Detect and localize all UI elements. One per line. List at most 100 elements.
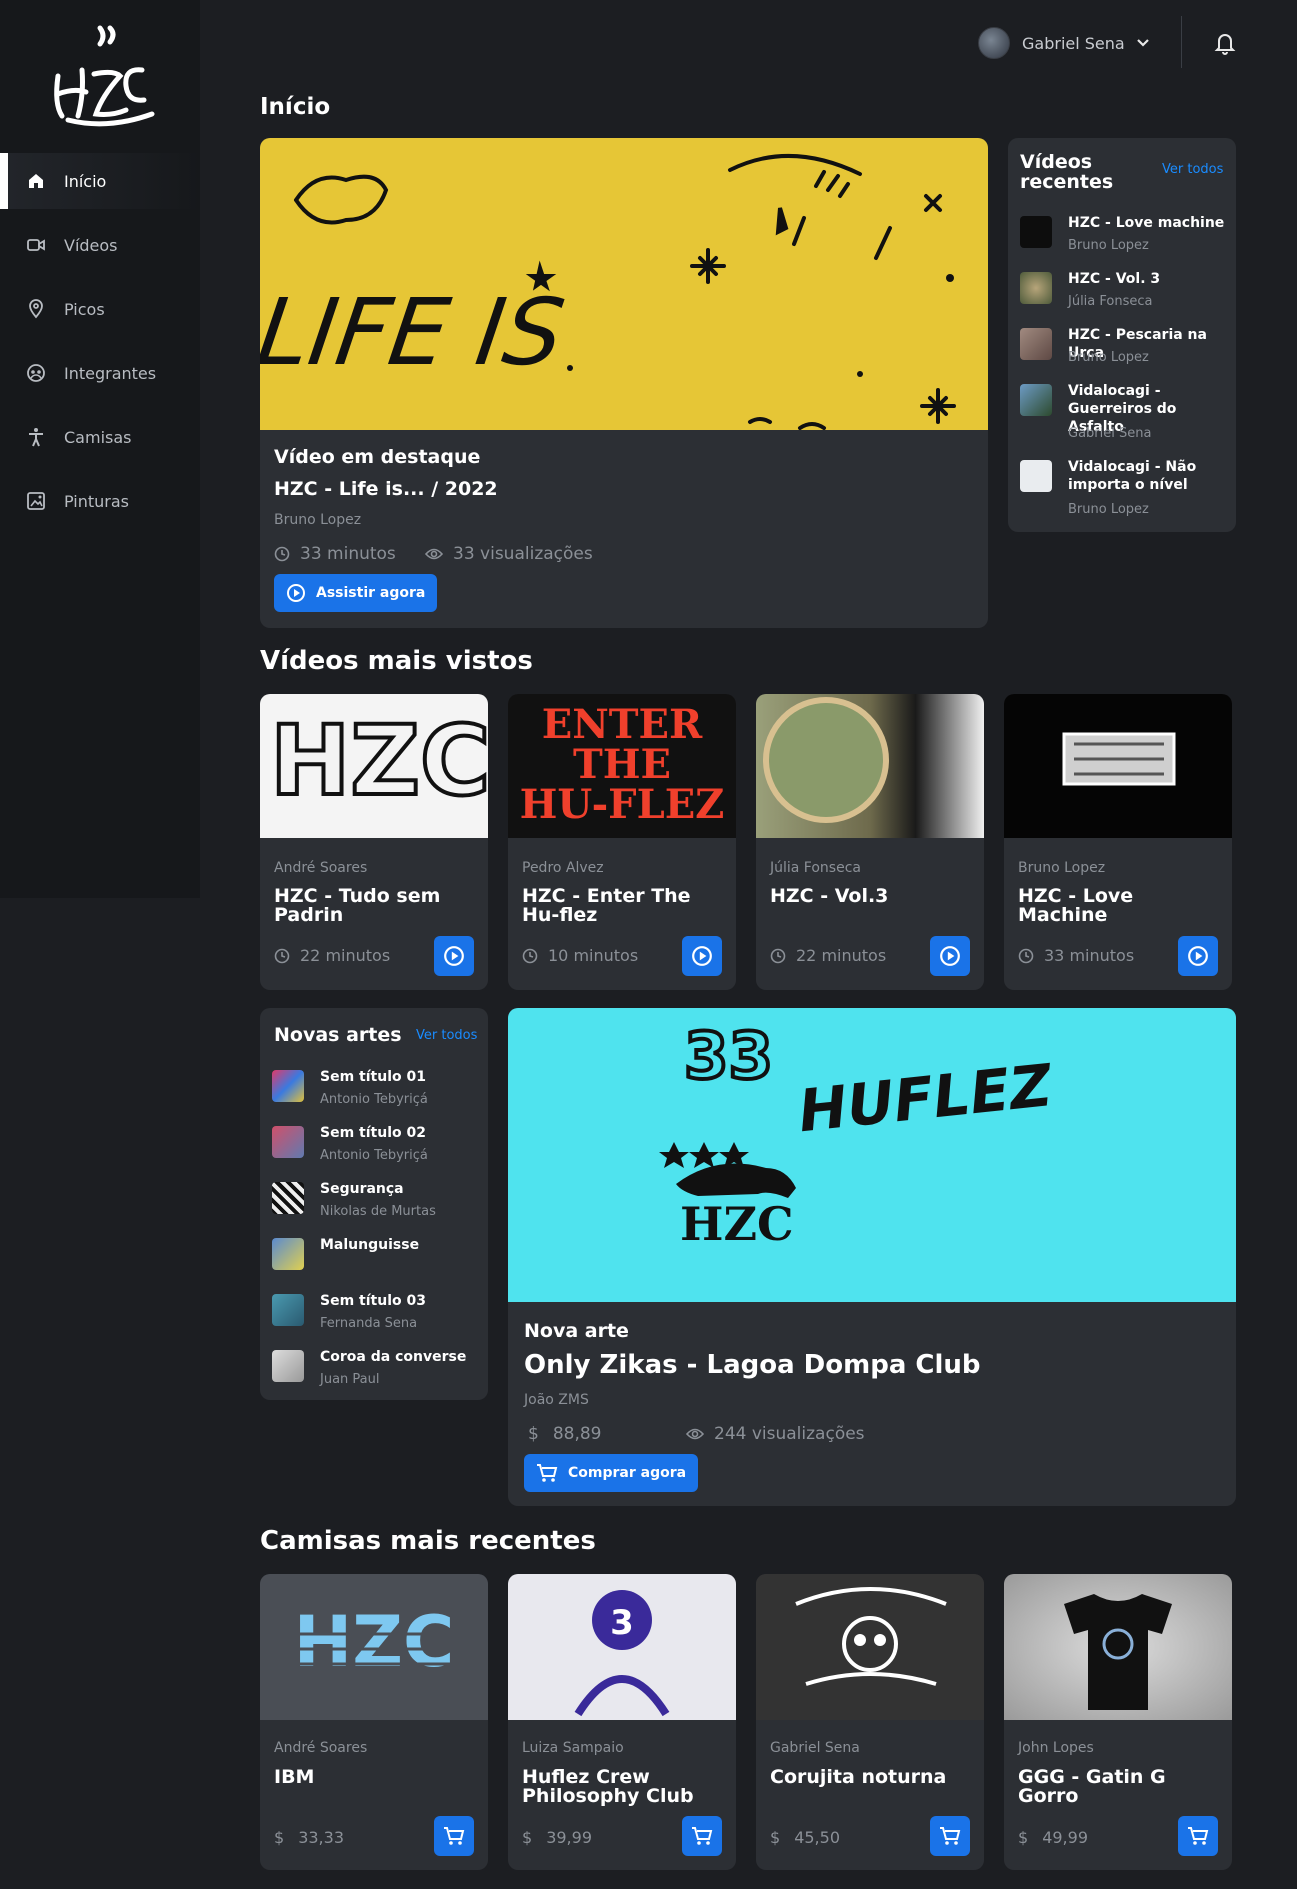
shirt-image[interactable]: HZC (260, 1574, 488, 1720)
bell-icon[interactable] (1213, 30, 1237, 56)
featured-art-text: LIFE IS (260, 278, 570, 385)
video-title: HZC - Vol. 3 (1068, 271, 1161, 287)
art-thumbnail (272, 1070, 304, 1102)
nav-item-pinturas[interactable]: Pinturas (0, 473, 200, 529)
shirt-title[interactable]: Huflez Crew Philosophy Club (522, 1768, 726, 1806)
video-title[interactable]: HZC - Tudo sem Padrin (274, 887, 478, 925)
cart-icon (692, 1827, 713, 1845)
nav-item-camisas[interactable]: Camisas (0, 409, 200, 465)
nav-item-videos[interactable]: Vídeos (0, 217, 200, 273)
video-duration: 10 minutos (522, 946, 638, 965)
video-card[interactable]: ENTER THE HU-FLEZ Pedro Alvez HZC - Ente… (508, 694, 736, 990)
list-item[interactable]: HZC - Pescaria na Urca Bruno Lopez (1020, 326, 1232, 378)
shirt-card[interactable]: John Lopes GGG - Gatin G Gorro $49,99 (1004, 1574, 1232, 1870)
video-thumbnail (1020, 216, 1052, 248)
art-title: Sem título 02 (320, 1125, 426, 1141)
nav-item-inicio[interactable]: Início (0, 153, 200, 209)
video-author: Júlia Fonseca (1068, 294, 1153, 309)
nav-label: Integrantes (64, 363, 157, 383)
video-author: Júlia Fonseca (770, 860, 861, 876)
list-item[interactable]: Malunguisse (272, 1236, 484, 1288)
avatar (978, 27, 1010, 59)
shirt-image[interactable]: 3 (508, 1574, 736, 1720)
list-item[interactable]: Vidalocagi - Guerreiros do Asfalto Gabri… (1020, 382, 1232, 456)
list-item[interactable]: Sem título 03 Fernanda Sena (272, 1292, 484, 1344)
list-item[interactable]: Vidalocagi - Não importa o nível Bruno L… (1020, 458, 1232, 532)
play-button[interactable] (1178, 936, 1218, 976)
video-card[interactable]: HZC André Soares HZC - Tudo sem Padrin 2… (260, 694, 488, 990)
play-circle-icon (1188, 946, 1208, 966)
shirt-card[interactable]: 3 Luiza Sampaio Huflez Crew Philosophy C… (508, 1574, 736, 1870)
list-item[interactable]: Sem título 02 Antonio Tebyriçá (272, 1124, 484, 1176)
video-thumbnail[interactable]: ENTER THE HU-FLEZ (508, 694, 736, 838)
product-title[interactable]: Only Zikas - Lagoa Dompa Club (524, 1350, 981, 1380)
video-author: Bruno Lopez (1068, 350, 1149, 365)
product-price: $ 88,89 (528, 1424, 602, 1444)
featured-video-thumbnail[interactable]: LIFE IS (260, 138, 988, 430)
video-card[interactable]: Bruno Lopez HZC - Love Machine 33 minuto… (1004, 694, 1232, 990)
svg-text:3: 3 (610, 1603, 634, 1643)
art-thumbnail (272, 1350, 304, 1382)
nav-item-picos[interactable]: Picos (0, 281, 200, 337)
shirt-title[interactable]: Corujita noturna (770, 1768, 974, 1787)
shirt-image[interactable] (756, 1574, 984, 1720)
list-item[interactable]: HZC - Love machine Bruno Lopez (1020, 214, 1232, 266)
clock-icon (1018, 948, 1034, 963)
featured-title[interactable]: HZC - Life is... / 2022 (274, 478, 498, 500)
buy-now-button[interactable]: Comprar agora (524, 1454, 699, 1492)
new-arts-see-all-link[interactable]: Ver todos (416, 1028, 477, 1043)
video-title[interactable]: HZC - Love Machine (1018, 887, 1222, 925)
add-to-cart-button[interactable] (434, 1816, 474, 1856)
hzc-logo[interactable] (38, 14, 162, 134)
featured-product-card[interactable]: 33 HUFLEZ HZC Nova arte Only Zikas - Lag… (508, 1008, 1236, 1506)
chevron-down-icon (1136, 39, 1149, 47)
video-card[interactable]: Júlia Fonseca HZC - Vol.3 22 minutos (756, 694, 984, 990)
video-thumbnail[interactable] (756, 694, 984, 838)
shirt-title[interactable]: GGG - Gatin G Gorro (1018, 1768, 1222, 1806)
featured-video-card[interactable]: LIFE IS Vídeo em destaque HZC - Life is.… (260, 138, 988, 628)
product-art-text-2: HZC (680, 1197, 794, 1251)
shirt-image[interactable] (1004, 1574, 1232, 1720)
video-thumbnail[interactable]: HZC (260, 694, 488, 838)
shirts-title: Camisas mais recentes (260, 1526, 596, 1556)
list-item[interactable]: HZC - Vol. 3 Júlia Fonseca (1020, 270, 1232, 322)
user-menu[interactable]: Gabriel Sena (978, 26, 1153, 60)
video-title[interactable]: HZC - Enter The Hu-flez (522, 887, 726, 925)
dollar-icon: $ (770, 1828, 781, 1847)
add-to-cart-button[interactable] (1178, 1816, 1218, 1856)
list-item[interactable]: Sem título 01 Antonio Tebyriçá (272, 1068, 484, 1120)
play-button[interactable] (682, 936, 722, 976)
list-item[interactable]: Segurança Nikolas de Murtas (272, 1180, 484, 1232)
video-title[interactable]: HZC - Vol.3 (770, 887, 974, 906)
shirt-card[interactable]: Gabriel Sena Corujita noturna $45,50 (756, 1574, 984, 1870)
nav-label: Camisas (64, 427, 132, 447)
user-name: Gabriel Sena (1022, 33, 1125, 53)
video-thumbnail (1020, 328, 1052, 360)
art-author: Nikolas de Murtas (320, 1204, 436, 1219)
video-thumbnail[interactable] (1004, 694, 1232, 838)
new-arts-panel: Novas artes Ver todos Sem título 01 Anto… (260, 1008, 488, 1400)
play-circle-icon (692, 946, 712, 966)
play-button[interactable] (930, 936, 970, 976)
watch-now-button[interactable]: Assistir agora (274, 574, 438, 612)
art-title: Sem título 03 (320, 1293, 426, 1309)
shirt-card[interactable]: HZC André Soares IBM $33,33 (260, 1574, 488, 1870)
new-arts-title: Novas artes (274, 1024, 402, 1046)
recent-videos-panel: Vídeos recentes Ver todos HZC - Love mac… (1008, 138, 1236, 532)
dollar-icon: $ (528, 1424, 539, 1444)
nav-item-integrantes[interactable]: Integrantes (0, 345, 200, 401)
home-icon (29, 174, 43, 188)
add-to-cart-button[interactable] (930, 1816, 970, 1856)
video-author: Bruno Lopez (1018, 860, 1106, 876)
featured-artwork: LIFE IS (260, 154, 956, 430)
art-title: Sem título 01 (320, 1069, 426, 1085)
shirt-title[interactable]: IBM (274, 1768, 478, 1787)
list-item[interactable]: Coroa da converse Juan Paul (272, 1348, 484, 1400)
featured-product-image[interactable]: 33 HUFLEZ HZC (508, 1008, 1236, 1302)
page-title: Início (260, 94, 331, 120)
recent-videos-see-all-link[interactable]: Ver todos (1162, 162, 1223, 177)
add-to-cart-button[interactable] (682, 1816, 722, 1856)
cart-icon (1188, 1827, 1209, 1845)
play-button[interactable] (434, 936, 474, 976)
eye-icon (425, 548, 443, 560)
